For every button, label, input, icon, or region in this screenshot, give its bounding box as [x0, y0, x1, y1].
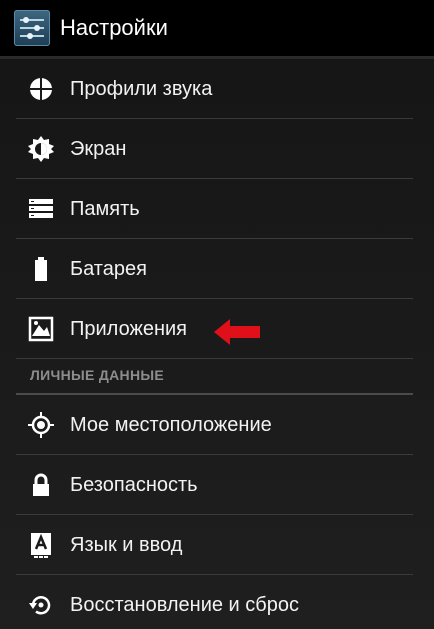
sound-profiles-icon — [29, 77, 53, 101]
settings-item-label: Восстановление и сброс — [70, 594, 299, 616]
settings-item-label: Профили звука — [70, 78, 213, 100]
lock-icon — [33, 473, 49, 496]
settings-list: Профили звука Экран Память Батарея Прило… — [0, 59, 434, 629]
section-header-label: ЛИЧНЫЕ ДАННЫЕ — [30, 367, 165, 383]
settings-item-label: Мое местоположение — [70, 414, 272, 436]
highlight-arrow-icon — [214, 319, 260, 345]
settings-item-sound-profiles[interactable]: Профили звука — [16, 59, 413, 119]
display-brightness-icon — [28, 136, 54, 162]
settings-item-label: Приложения — [70, 318, 188, 340]
settings-item-storage[interactable]: Память — [16, 179, 413, 239]
settings-item-label: Батарея — [70, 258, 147, 280]
settings-item-label: Экран — [70, 138, 127, 160]
settings-screen: Настройки Профили звука Экран Память Бат… — [0, 0, 434, 629]
page-title: Настройки — [60, 15, 168, 40]
section-header-personal: ЛИЧНЫЕ ДАННЫЕ — [16, 359, 413, 395]
settings-item-display[interactable]: Экран — [16, 119, 413, 179]
action-bar: Настройки — [0, 0, 434, 59]
settings-item-backup-reset[interactable]: Восстановление и сброс — [16, 575, 413, 629]
settings-item-label: Безопасность — [70, 474, 198, 496]
settings-sliders-icon[interactable] — [14, 10, 50, 46]
settings-item-location[interactable]: Мое местоположение — [16, 395, 413, 455]
apps-icon — [28, 316, 54, 342]
language-input-icon — [31, 533, 51, 558]
settings-item-apps[interactable]: Приложения — [16, 299, 413, 359]
settings-item-label: Память — [70, 198, 140, 220]
settings-item-language-input[interactable]: Язык и ввод — [16, 515, 413, 575]
backup-reset-icon — [29, 596, 51, 615]
settings-item-security[interactable]: Безопасность — [16, 455, 413, 515]
location-icon — [28, 412, 54, 438]
battery-icon — [35, 257, 47, 281]
storage-icon — [29, 199, 53, 218]
settings-item-battery[interactable]: Батарея — [16, 239, 413, 299]
settings-item-label: Язык и ввод — [70, 534, 183, 556]
